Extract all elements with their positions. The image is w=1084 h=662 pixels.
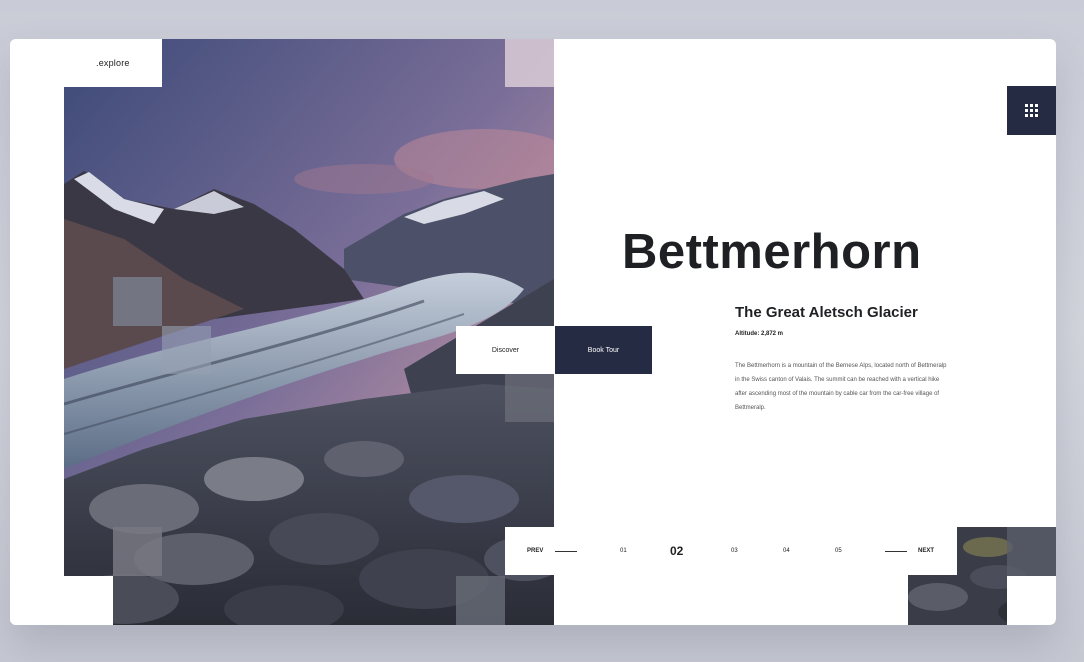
page-subtitle: The Great Aletsch Glacier xyxy=(735,304,918,321)
page-link[interactable]: 03 xyxy=(731,548,738,554)
prev-button[interactable]: PREV xyxy=(527,548,543,554)
divider xyxy=(885,551,907,552)
altitude-label: Altitude: 2,872 m xyxy=(735,331,784,337)
grid-menu-icon xyxy=(1025,104,1038,117)
page-link[interactable]: 05 xyxy=(835,548,842,554)
photo-mask xyxy=(10,576,113,625)
decor-tile xyxy=(505,39,554,87)
site-logo[interactable]: .explore xyxy=(96,58,130,68)
decor-tile xyxy=(456,576,505,625)
next-button[interactable]: NEXT xyxy=(918,548,934,554)
divider xyxy=(555,551,577,552)
page-link-active[interactable]: 02 xyxy=(670,544,683,558)
grid-menu-button[interactable] xyxy=(1007,86,1056,135)
book-tour-button[interactable]: Book Tour xyxy=(555,326,652,374)
slide-card: .explore Bettmerhorn The Great Aletsch G… xyxy=(10,39,1056,625)
logo-box: .explore xyxy=(10,39,162,87)
decor-tile xyxy=(505,374,554,422)
page-link[interactable]: 01 xyxy=(620,548,627,554)
page-title: Bettmerhorn xyxy=(622,225,922,279)
decor-tile xyxy=(1007,527,1056,576)
photo-mask xyxy=(1007,576,1056,625)
discover-button[interactable]: Discover xyxy=(456,326,555,374)
description: The Bettmerhorn is a mountain of the Ber… xyxy=(735,363,947,411)
decor-tile xyxy=(162,326,211,374)
decor-tile xyxy=(113,277,162,326)
page-link[interactable]: 04 xyxy=(783,548,790,554)
decor-tile xyxy=(113,527,162,576)
pagination: PREV 01 02 03 04 05 NEXT xyxy=(505,527,957,575)
